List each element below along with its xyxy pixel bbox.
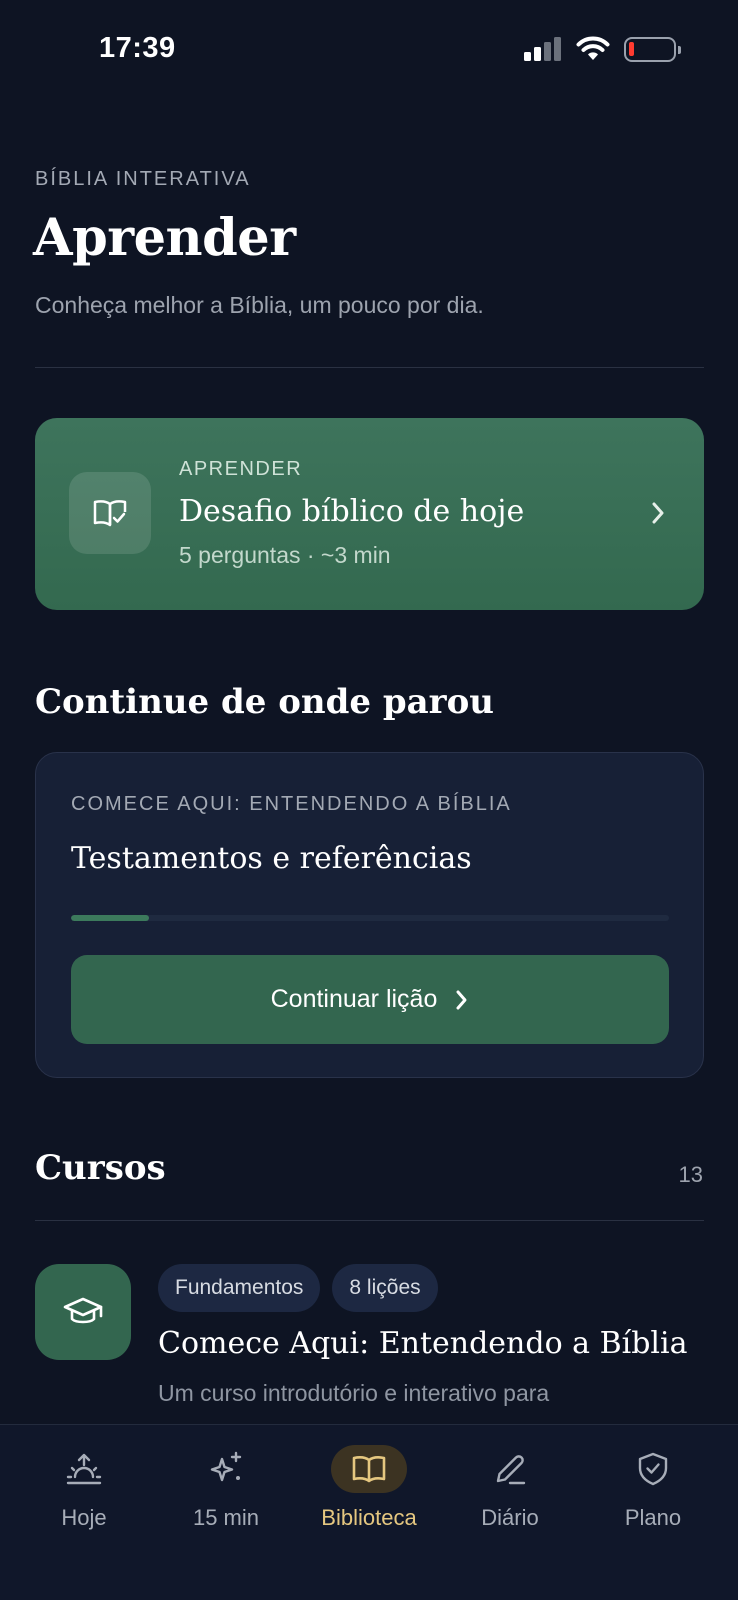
continue-lesson-button[interactable]: Continuar lição xyxy=(71,955,669,1044)
nav-item-diario[interactable]: Diário xyxy=(445,1445,575,1545)
chevron-right-icon xyxy=(652,502,664,524)
status-bar: 17:39 xyxy=(0,0,738,100)
lesson-progress-fill xyxy=(71,915,149,921)
continue-section-title: Continue de onde parou xyxy=(35,682,494,722)
challenge-title: Desafio bíblico de hoje xyxy=(179,494,525,529)
nav-icon-container xyxy=(615,1445,691,1493)
nav-item-15-min[interactable]: 15 min xyxy=(161,1445,291,1545)
nav-item-biblioteca[interactable]: Biblioteca xyxy=(304,1445,434,1545)
continue-card: COMECE AQUI: ENTENDENDO A BÍBLIA Testame… xyxy=(35,752,704,1078)
course-tags: Fundamentos 8 lições xyxy=(158,1264,438,1312)
page-subtitle: Conheça melhor a Bíblia, um pouco por di… xyxy=(35,292,484,318)
page-title: Aprender xyxy=(33,208,296,268)
bottom-nav: Hoje 15 min Biblioteca Diário Plano xyxy=(0,1424,738,1600)
nav-icon-container-active xyxy=(331,1445,407,1493)
sunrise-icon xyxy=(66,1453,102,1485)
course-tag: Fundamentos xyxy=(158,1264,321,1312)
continue-button-label: Continuar lição xyxy=(270,985,438,1013)
chevron-right-icon xyxy=(456,990,467,1009)
course-title: Comece Aqui: Entendendo a Bíblia xyxy=(158,1326,688,1361)
course-tag: 8 lições xyxy=(332,1264,438,1312)
shield-check-icon xyxy=(638,1452,668,1486)
graduation-cap-icon xyxy=(63,1297,103,1324)
daily-challenge-card[interactable]: APRENDER Desafio bíblico de hoje 5 pergu… xyxy=(35,418,704,610)
status-time: 17:39 xyxy=(99,32,176,64)
nav-label: Hoje xyxy=(61,1505,107,1530)
challenge-icon-box xyxy=(69,472,151,554)
course-list-item[interactable]: Fundamentos 8 lições Comece Aqui: Entend… xyxy=(35,1262,704,1412)
battery-icon xyxy=(624,36,681,62)
courses-divider xyxy=(35,1220,704,1221)
battery-level xyxy=(629,41,634,56)
challenge-eyebrow: APRENDER xyxy=(179,458,303,480)
header-divider xyxy=(35,367,704,368)
status-icons xyxy=(524,36,681,62)
nav-item-hoje[interactable]: Hoje xyxy=(19,1445,149,1545)
lesson-progress-bar xyxy=(71,915,669,921)
cellular-signal-icon xyxy=(524,37,561,61)
challenge-meta: 5 perguntas · ~3 min xyxy=(179,542,391,568)
continue-lesson-title: Testamentos e referências xyxy=(71,841,472,876)
nav-label-active: Biblioteca xyxy=(321,1505,417,1530)
nav-label: Plano xyxy=(624,1505,682,1530)
courses-section-title: Cursos xyxy=(35,1148,166,1188)
open-book-icon xyxy=(352,1456,386,1483)
course-thumbnail xyxy=(35,1264,131,1360)
nav-label: Diário xyxy=(481,1505,539,1530)
page-eyebrow: BÍBLIA INTERATIVA xyxy=(35,168,251,190)
pencil-icon xyxy=(496,1455,526,1485)
wifi-icon xyxy=(576,36,610,60)
nav-icon-container xyxy=(46,1445,122,1493)
course-description: Um curso introdutório e interativo para xyxy=(158,1380,550,1406)
nav-label: 15 min xyxy=(192,1505,260,1530)
continue-course-label: COMECE AQUI: ENTENDENDO A BÍBLIA xyxy=(71,793,512,815)
book-check-icon xyxy=(93,500,127,527)
nav-icon-container xyxy=(472,1445,548,1493)
courses-count: 13 xyxy=(678,1162,703,1187)
sparkles-icon xyxy=(210,1451,242,1482)
nav-item-plano[interactable]: Plano xyxy=(588,1445,718,1545)
nav-icon-container xyxy=(188,1445,264,1493)
